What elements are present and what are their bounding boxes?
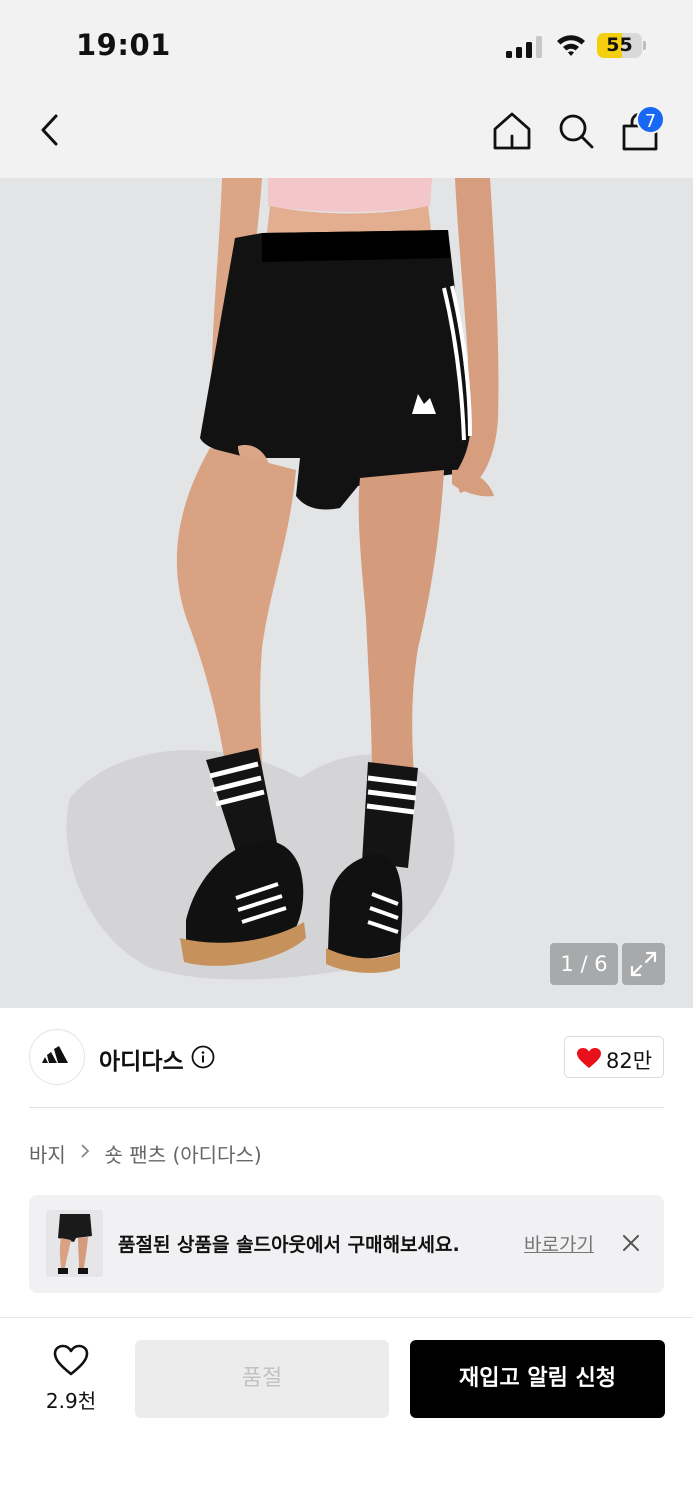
brand-name[interactable]: 아디다스 — [99, 1042, 184, 1076]
divider — [29, 1107, 664, 1108]
bottom-bar-divider — [0, 1317, 693, 1318]
product-image-gallery[interactable] — [0, 178, 693, 1008]
product-photo — [66, 178, 499, 980]
restock-alert-button[interactable]: 재입고 알림 신청 — [410, 1340, 665, 1418]
cart-count-badge: 7 — [636, 105, 665, 134]
image-page-counter: 1 / 6 — [550, 943, 618, 985]
close-icon — [623, 1235, 639, 1251]
wishlist-button[interactable]: 2.9천 — [31, 1340, 111, 1420]
breadcrumb-subcategory[interactable]: 숏 팬츠 (아디다스) — [105, 1139, 262, 1168]
status-time: 19:01 — [76, 28, 171, 62]
banner-close-button[interactable] — [620, 1232, 642, 1254]
chevron-right-icon — [80, 1143, 90, 1164]
signal-icon — [506, 36, 542, 58]
heart-filled-icon — [577, 1048, 601, 1068]
wishlist-count: 2.9천 — [45, 1389, 97, 1413]
banner-message: 품절된 상품을 솔드아웃에서 구매해보세요. — [118, 1234, 460, 1256]
search-button[interactable] — [551, 106, 601, 156]
brand-like-count: 82만 — [606, 1049, 653, 1073]
breadcrumb-category[interactable]: 바지 — [29, 1139, 66, 1168]
expand-icon — [630, 951, 657, 977]
heart-outline-icon — [53, 1344, 89, 1376]
battery-icon: 55 — [597, 33, 647, 58]
top-nav-bar: 7 — [0, 92, 693, 178]
search-icon — [559, 114, 594, 149]
cart-button[interactable]: 7 — [615, 105, 665, 156]
back-icon — [41, 114, 58, 146]
battery-level: 55 — [606, 34, 633, 56]
back-button[interactable] — [28, 106, 78, 156]
home-icon — [493, 112, 531, 150]
wifi-icon — [555, 32, 587, 58]
expand-image-button[interactable] — [622, 943, 665, 985]
banner-product-thumbnail — [46, 1210, 103, 1277]
brand-like-button[interactable]: 82만 — [564, 1036, 664, 1078]
soldout-banner: 품절된 상품을 솔드아웃에서 구매해보세요. 바로가기 — [29, 1195, 664, 1293]
soldout-button: 품절 — [135, 1340, 389, 1418]
status-bar: 19:01 55 — [0, 0, 693, 92]
breadcrumb: 바지 숏 팬츠 (아디다스) — [29, 1139, 262, 1168]
banner-shortcut-link[interactable]: 바로가기 — [524, 1230, 594, 1257]
adidas-logo-icon — [42, 1046, 68, 1063]
brand-logo[interactable] — [29, 1029, 85, 1085]
home-button[interactable] — [487, 106, 537, 156]
info-icon[interactable] — [191, 1045, 215, 1069]
